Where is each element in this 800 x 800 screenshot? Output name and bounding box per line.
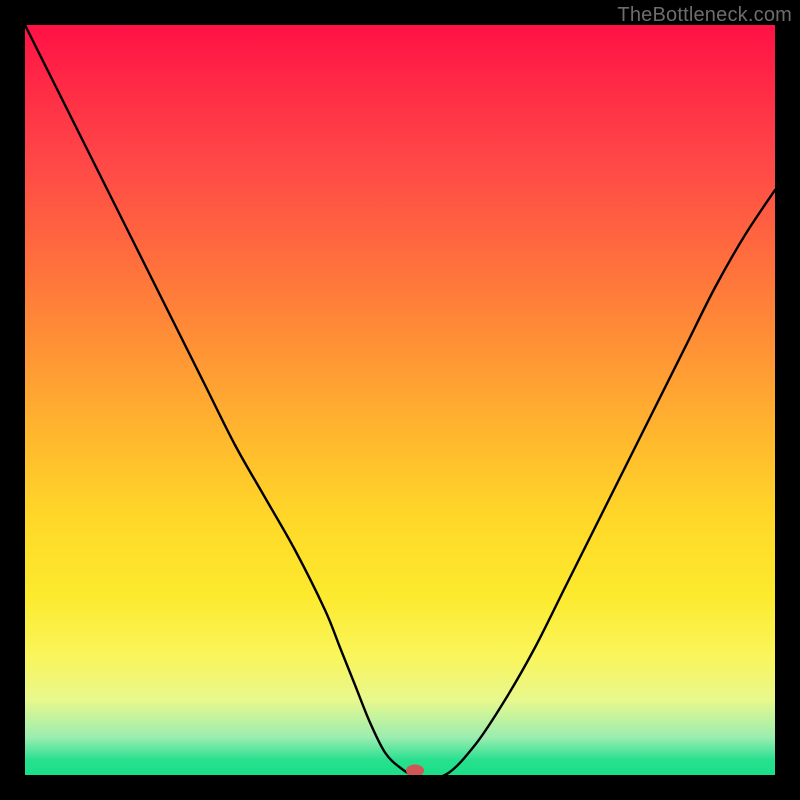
curve-svg (25, 25, 775, 775)
bottleneck-curve (25, 25, 775, 775)
chart-stage: TheBottleneck.com (0, 0, 800, 800)
minimum-marker (406, 765, 424, 776)
plot-area (25, 25, 775, 775)
watermark-text: TheBottleneck.com (617, 4, 792, 27)
